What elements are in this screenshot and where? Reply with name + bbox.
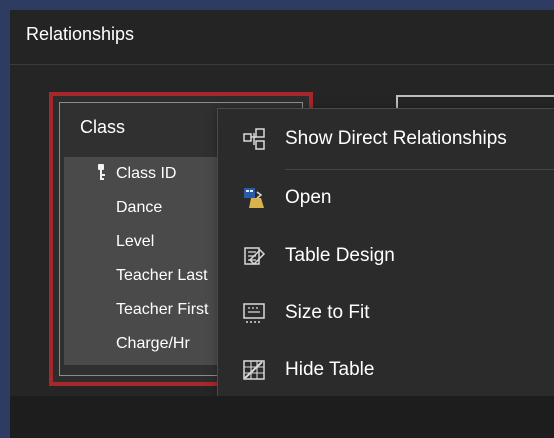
context-menu: Show Direct Relationships Open Table Des… [217, 108, 554, 401]
bottom-strip [10, 396, 554, 438]
menu-item-show-direct-relationships[interactable]: Show Direct Relationships [218, 113, 554, 165]
menu-label: Size to Fit [285, 302, 370, 323]
menu-item-open[interactable]: Open [218, 172, 554, 224]
menu-item-hide-table[interactable]: Hide Table [218, 344, 554, 396]
relationships-window: Relationships Class Class ID Dance Level… [10, 10, 554, 438]
menu-label: Hide Table [285, 359, 375, 380]
field-dance[interactable]: Dance [64, 191, 228, 225]
field-label: Dance [116, 199, 163, 216]
field-teacher-last[interactable]: Teacher Last [64, 259, 228, 293]
menu-item-table-design[interactable]: Table Design [218, 230, 554, 282]
field-level[interactable]: Level [64, 225, 228, 259]
menu-label: Open [285, 187, 332, 208]
window-title: Relationships [26, 24, 135, 44]
show-direct-relationships-icon [243, 128, 265, 150]
key-icon [98, 164, 105, 180]
size-to-fit-icon [243, 303, 265, 323]
field-label: Teacher First [116, 301, 209, 318]
menu-label: Show Direct Relationships [285, 128, 507, 149]
field-class-id[interactable]: Class ID [64, 157, 228, 191]
field-label: Charge/Hr [116, 335, 190, 352]
field-teacher-first[interactable]: Teacher First [64, 293, 228, 327]
window-title-bar: Relationships [10, 10, 554, 65]
menu-separator [285, 169, 554, 170]
table-design-icon [244, 247, 266, 266]
field-charge-hr[interactable]: Charge/Hr [64, 327, 228, 361]
field-label: Level [116, 233, 155, 250]
menu-label: Table Design [285, 245, 395, 266]
menu-item-size-to-fit[interactable]: Size to Fit [218, 287, 554, 339]
table-title: Class [80, 117, 126, 137]
field-list: Class ID Dance Level Teacher Last Teache… [64, 157, 228, 365]
hide-table-icon [243, 360, 265, 380]
open-icon [244, 188, 264, 208]
field-label: Class ID [116, 165, 177, 182]
field-label: Teacher Last [116, 267, 208, 284]
